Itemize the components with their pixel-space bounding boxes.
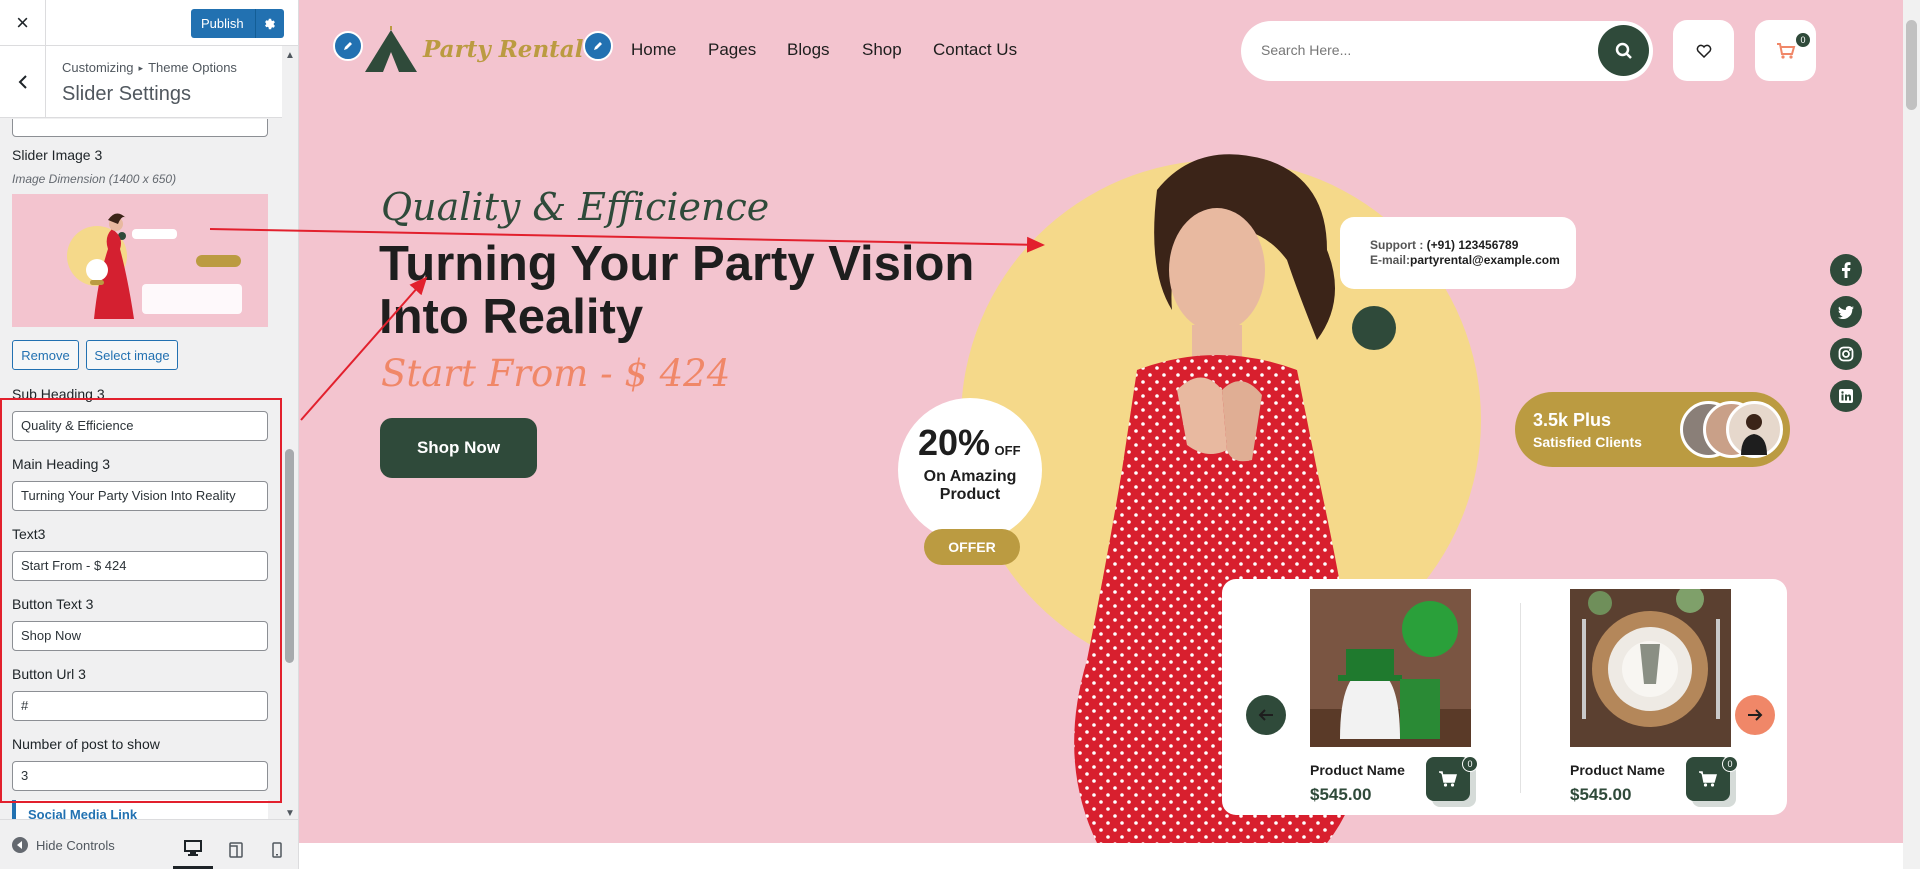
breadcrumb: Customizing ▸ Theme Options	[62, 60, 237, 75]
site-preview: Party Rental Home Pages Blogs Shop Conta…	[299, 0, 1903, 843]
publish-button[interactable]: Publish	[191, 9, 284, 38]
nav-shop[interactable]: Shop	[862, 40, 902, 60]
desktop-icon[interactable]	[184, 840, 202, 856]
product-cart-badge-1: 0	[1462, 756, 1478, 772]
logo-text: Party Rental	[423, 36, 584, 63]
chevron-left-icon[interactable]	[16, 75, 30, 89]
mobile-icon[interactable]	[272, 842, 282, 858]
search-bar[interactable]: Search Here...	[1241, 21, 1653, 81]
hide-controls-button[interactable]: Hide Controls	[12, 837, 115, 853]
clients-count: 3.5k Plus	[1533, 410, 1612, 430]
heart-icon[interactable]	[1696, 44, 1712, 58]
offer-button[interactable]: OFFER	[924, 529, 1020, 565]
product-name-2[interactable]: Product Name	[1570, 762, 1665, 778]
product-name-1[interactable]: Product Name	[1310, 762, 1405, 778]
product-image-1[interactable]	[1310, 589, 1471, 747]
nav-home[interactable]: Home	[631, 40, 676, 60]
offer-line: On Amazing Product	[923, 468, 1017, 503]
decor-green-dot	[1352, 306, 1396, 350]
email-label: E-mail:	[1370, 253, 1411, 267]
remove-image-button[interactable]: Remove	[12, 340, 79, 370]
site-logo[interactable]: Party Rental	[361, 26, 583, 74]
customizer-header: × Publish	[0, 0, 298, 46]
cart-icon[interactable]	[1776, 42, 1796, 60]
cart-button[interactable]: 0	[1755, 20, 1816, 81]
section-header: Customizing ▸ Theme Options Slider Setting…	[0, 46, 282, 118]
nav-pages[interactable]: Pages	[708, 40, 756, 60]
arrow-right-icon[interactable]	[1747, 708, 1763, 722]
search-button[interactable]	[1598, 25, 1649, 76]
cart-icon[interactable]	[1699, 771, 1717, 787]
slider-image-thumbnail[interactable]	[12, 194, 268, 327]
previous-field-input[interactable]	[12, 119, 268, 137]
facebook-icon[interactable]	[1830, 254, 1862, 286]
nav-contact-us[interactable]: Contact Us	[933, 40, 1017, 60]
customizer-panel: × Publish Customizing ▸ Theme Options Slid…	[0, 0, 299, 869]
cart-icon[interactable]	[1439, 771, 1457, 787]
hide-controls-label[interactable]: Hide Controls	[36, 838, 115, 853]
preview-bottom-strip	[299, 843, 1920, 869]
close-customizer-button[interactable]: ×	[0, 0, 46, 46]
panel-scrollbar[interactable]	[282, 46, 298, 819]
panel-scroll-thumb[interactable]	[285, 449, 294, 663]
back-button[interactable]	[0, 46, 46, 118]
customizer-footer: Hide Controls	[0, 819, 298, 869]
carousel-prev-button[interactable]	[1246, 695, 1286, 735]
gear-icon[interactable]	[255, 9, 284, 38]
preview-scroll-thumb[interactable]	[1906, 20, 1917, 110]
clients-pill: 3.5k Plus Satisfied Clients	[1515, 392, 1790, 467]
support-info-box: Support : (+91) 123456789 E-mail:partyre…	[1340, 217, 1576, 289]
product-image-2[interactable]	[1570, 589, 1731, 747]
section-title: Slider Settings	[62, 83, 191, 105]
shop-now-button[interactable]: Shop Now	[380, 418, 537, 478]
product-cart-badge-2: 0	[1722, 756, 1738, 772]
search-icon[interactable]	[1615, 42, 1633, 60]
tent-logo-icon	[365, 26, 417, 72]
client-avatar-3	[1726, 401, 1783, 458]
offer-percent: 20%	[918, 422, 991, 463]
image-dimension-note: Image Dimension (1400 x 650)	[12, 172, 177, 186]
breadcrumb-parent: Theme Options	[148, 60, 237, 75]
product-price-1: $545.00	[1310, 785, 1372, 804]
support-email-line: E-mail:partyrental@example.com	[1370, 253, 1560, 267]
scroll-up-icon[interactable]: ▲	[284, 50, 296, 62]
offer-badge: 20% OFF On Amazing Product	[898, 398, 1042, 542]
publish-label[interactable]: Publish	[191, 16, 255, 31]
social-media-section-link[interactable]: Social Media Link	[12, 800, 268, 820]
breadcrumb-root: Customizing	[62, 60, 134, 75]
wishlist-button[interactable]	[1673, 20, 1734, 81]
support-phone: (+91) 123456789	[1426, 238, 1519, 252]
breadcrumb-arrow: ▸	[138, 63, 144, 73]
nav-blogs[interactable]: Blogs	[787, 40, 830, 60]
edit-logo-pencil-icon[interactable]	[333, 31, 363, 61]
support-email: partyrental@example.com	[1410, 253, 1560, 267]
offer-off: OFF	[994, 443, 1021, 458]
preview-scrollbar[interactable]	[1903, 0, 1920, 869]
carousel-next-button[interactable]	[1735, 695, 1775, 735]
arrow-left-icon[interactable]	[1258, 708, 1274, 722]
linkedin-icon[interactable]	[1830, 380, 1862, 412]
twitter-icon[interactable]	[1830, 296, 1862, 328]
hero-price-text: Start From - $ 424	[381, 352, 731, 395]
cart-count-badge: 0	[1795, 32, 1811, 48]
select-image-button[interactable]: Select image	[86, 340, 178, 370]
clients-label: Satisfied Clients	[1533, 434, 1642, 450]
edit-menu-pencil-icon[interactable]	[583, 31, 613, 61]
search-input[interactable]: Search Here...	[1261, 42, 1351, 58]
hero-heading: Turning Your Party Vision Into Reality	[379, 237, 975, 344]
support-phone-line: Support : (+91) 123456789	[1370, 238, 1518, 252]
product-price-2: $545.00	[1570, 785, 1632, 804]
tablet-preview-button[interactable]	[216, 830, 256, 869]
slider-image-label: Slider Image 3	[12, 147, 103, 163]
product-carousel: Product Name $545.00 0 Product Name $545…	[1222, 579, 1787, 815]
collapse-icon[interactable]	[12, 837, 28, 853]
support-label: Support :	[1370, 238, 1427, 252]
annotation-highlight-box	[0, 398, 282, 803]
product-divider	[1520, 603, 1521, 793]
tablet-icon[interactable]	[229, 842, 243, 858]
instagram-icon[interactable]	[1830, 338, 1862, 370]
desktop-preview-button[interactable]	[173, 830, 213, 869]
hero-subheading: Quality & Efficience	[381, 185, 770, 229]
mobile-preview-button[interactable]	[257, 830, 297, 869]
